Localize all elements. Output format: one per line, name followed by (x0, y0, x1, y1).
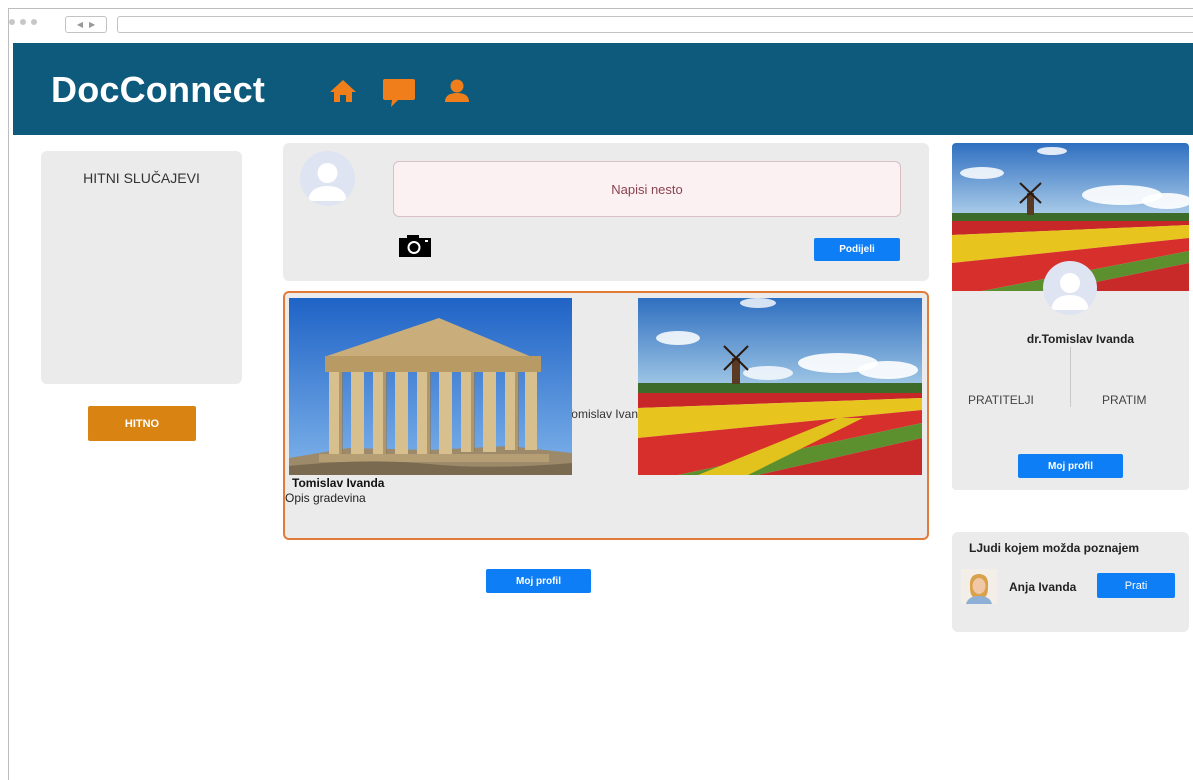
window-controls[interactable] (9, 19, 37, 25)
camera-icon[interactable] (399, 235, 431, 257)
post-description: Opis gradevina (285, 491, 366, 505)
browser-toolbar: ◀ ▶ (9, 9, 1193, 43)
post-author-name[interactable]: Tomislav Ivanda (292, 476, 384, 490)
overlapping-author-name: Tomislav Ivan (572, 407, 638, 421)
address-bar[interactable] (117, 16, 1193, 33)
back-arrow-icon[interactable]: ◀ (77, 20, 83, 29)
urgent-cases-title: HITNI SLUČAJEVI (83, 170, 200, 186)
profile-avatar[interactable] (1043, 261, 1097, 315)
avatar-placeholder-icon (308, 163, 347, 201)
urgent-cases-panel: HITNI SLUČAJEVI (41, 151, 242, 384)
compose-post-panel: Podijeli (283, 143, 929, 281)
profile-card: dr.Tomislav Ivanda PRATITELJI PRATIM Moj… (952, 143, 1189, 490)
people-suggestions-panel: LJudi kojem možda poznajem Anja Ivanda P… (952, 532, 1189, 632)
urgent-button[interactable]: HITNO (88, 406, 196, 441)
chat-icon[interactable] (382, 77, 416, 109)
home-icon[interactable] (329, 79, 357, 103)
app-header: DocConnect (13, 43, 1193, 135)
suggestion-name[interactable]: Anja Ivanda (1009, 580, 1076, 594)
suggestions-title: LJudi kojem možda poznajem (969, 541, 1140, 555)
share-button[interactable]: Podijeli (814, 238, 900, 261)
back-forward-buttons[interactable]: ◀ ▶ (65, 16, 107, 33)
app-logo[interactable]: DocConnect (51, 69, 265, 111)
stats-divider (1070, 347, 1071, 407)
forward-arrow-icon[interactable]: ▶ (89, 20, 95, 29)
profile-name: dr.Tomislav Ivanda (1026, 332, 1135, 346)
user-avatar (300, 151, 355, 206)
user-icon[interactable] (443, 79, 471, 103)
following-label[interactable]: PRATIM (1102, 393, 1146, 407)
suggestion-avatar[interactable] (961, 569, 997, 604)
follow-button[interactable]: Prati (1097, 573, 1175, 598)
my-profile-button-center[interactable]: Moj profil (486, 569, 591, 593)
my-profile-button[interactable]: Moj profil (1018, 454, 1123, 478)
post-card: Tomislav Ivan Tomislav Ivanda Opis grade… (283, 291, 929, 540)
followers-label[interactable]: PRATITELJI (968, 393, 1034, 407)
tulip-field-image[interactable] (638, 298, 922, 475)
avatar-placeholder-icon (1051, 273, 1089, 310)
parthenon-image[interactable] (289, 298, 572, 475)
post-text-input[interactable] (393, 161, 901, 217)
